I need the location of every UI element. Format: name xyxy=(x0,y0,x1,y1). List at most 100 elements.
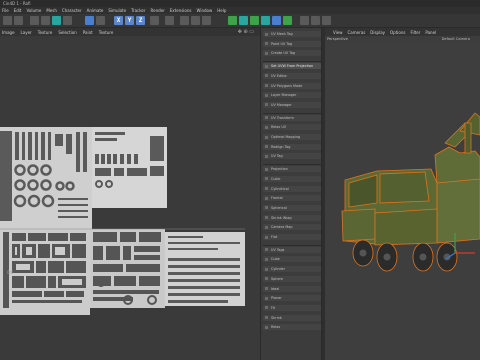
cube-icon[interactable] xyxy=(228,16,237,25)
attribute-row[interactable]: UV Mesh Tag xyxy=(263,31,321,37)
menu-mesh[interactable]: Mesh xyxy=(46,7,57,14)
attribute-row[interactable]: Planar xyxy=(263,295,321,302)
render-region-icon[interactable] xyxy=(180,16,189,25)
uv-menu-texture-2[interactable]: Texture xyxy=(99,30,114,35)
menu-animate[interactable]: Animate xyxy=(87,7,104,14)
menu-tracker[interactable]: Tracker xyxy=(131,7,145,14)
light-icon[interactable] xyxy=(322,16,331,25)
menu-volume[interactable]: Volume xyxy=(26,7,41,14)
deformer-icon[interactable] xyxy=(272,16,281,25)
attribute-row-icon xyxy=(265,287,268,290)
attribute-row-icon xyxy=(265,235,268,239)
viewport-name: Perspective xyxy=(327,37,348,41)
model-mode-icon[interactable] xyxy=(30,16,39,25)
rotate-icon[interactable] xyxy=(150,16,159,25)
attribute-row[interactable]: UV Tag xyxy=(263,153,321,160)
attribute-row-label: Create UV Tag xyxy=(271,51,295,56)
attribute-row[interactable]: Cylinder xyxy=(263,266,321,273)
attribute-row[interactable]: Ideal xyxy=(263,285,321,292)
viewport-menu-display[interactable]: Display xyxy=(370,30,385,35)
uv-menu-selection[interactable]: Selection xyxy=(58,30,76,35)
viewport-menu-cameras[interactable]: Cameras xyxy=(348,30,366,35)
menu-edit[interactable]: Edit xyxy=(14,7,22,14)
attribute-row[interactable]: UV Transform xyxy=(263,114,321,121)
uv-canvas[interactable] xyxy=(0,36,260,360)
attribute-row[interactable]: Realign Tag xyxy=(263,143,321,150)
camera-icon[interactable] xyxy=(311,16,320,25)
attribute-row-label: Ideal xyxy=(271,286,280,291)
nurbs-icon[interactable] xyxy=(250,16,259,25)
attribute-row-label: Set UVW From Projection xyxy=(271,64,314,69)
menu-extensions[interactable]: Extensions xyxy=(170,7,192,14)
attribute-row[interactable]: Cubic xyxy=(263,175,321,182)
scale-icon[interactable] xyxy=(96,16,105,25)
menu-window[interactable]: Window xyxy=(197,7,213,14)
menu-help[interactable]: Help xyxy=(217,7,226,14)
attribute-row[interactable]: Projection xyxy=(263,166,321,173)
attribute-row[interactable]: UV Tags xyxy=(263,246,321,253)
scene-icon[interactable] xyxy=(283,16,292,25)
uv-menu-image[interactable]: Image xyxy=(2,30,15,35)
axis-x-icon[interactable]: X xyxy=(114,16,123,25)
attribute-row[interactable]: Fit xyxy=(263,304,321,311)
3d-viewport[interactable]: View Cameras Display Options Filter Pane… xyxy=(325,28,480,360)
attribute-row[interactable]: Shrink Wrap xyxy=(263,214,321,221)
attribute-row-icon xyxy=(265,145,268,149)
attribute-row[interactable]: Cylindrical xyxy=(263,185,321,192)
array-icon[interactable] xyxy=(261,16,270,25)
attribute-row-label: Cubic xyxy=(271,176,281,181)
points-mode-icon[interactable] xyxy=(41,16,50,25)
floor-icon[interactable] xyxy=(300,16,309,25)
viewport-menu-view[interactable]: View xyxy=(333,30,343,35)
attribute-group-divider xyxy=(263,244,321,246)
move-icon[interactable] xyxy=(85,16,94,25)
render-icon[interactable] xyxy=(191,16,200,25)
attribute-row[interactable]: Create UV Tag xyxy=(263,50,321,57)
attribute-row[interactable]: Spherical xyxy=(263,204,321,211)
viewport-menu-options[interactable]: Options xyxy=(390,30,405,35)
attribute-row[interactable]: UV Manager xyxy=(263,101,321,108)
attribute-row[interactable]: Relax UV xyxy=(263,124,321,131)
axis-z-icon[interactable]: Z xyxy=(136,16,145,25)
viewport-menu-filter[interactable]: Filter xyxy=(410,30,420,35)
edges-mode-icon[interactable] xyxy=(52,16,61,25)
attribute-row[interactable]: Paint UV Tag xyxy=(263,40,321,47)
attribute-row-icon xyxy=(265,267,268,271)
redo-icon[interactable] xyxy=(14,16,23,25)
panel-nav-icons[interactable]: ✥ ⊕ ▭ xyxy=(238,29,254,35)
attribute-row[interactable]: UV Polygons Mode xyxy=(263,82,321,89)
uv-menu-texture[interactable]: Texture xyxy=(38,30,53,35)
attribute-row[interactable]: Flat xyxy=(263,234,321,240)
attribute-row-label: Camera Map xyxy=(271,225,293,230)
attribute-row[interactable]: Shrink xyxy=(263,314,321,321)
attribute-row[interactable]: Set UVW From Projection xyxy=(263,63,321,70)
menu-render[interactable]: Render xyxy=(151,7,165,14)
uv-menu-layer[interactable]: Layer xyxy=(21,30,32,35)
axis-y-icon[interactable]: Y xyxy=(125,16,134,25)
uv-menu-paint[interactable]: Paint xyxy=(83,30,93,35)
viewport-scene[interactable] xyxy=(325,43,480,360)
attribute-group-divider xyxy=(263,61,321,63)
menu-character[interactable]: Character xyxy=(62,7,82,14)
attribute-row-label: UV Mesh Tag xyxy=(271,32,293,36)
attribute-row[interactable]: Optimal Mapping xyxy=(263,134,321,140)
coordinate-icon[interactable] xyxy=(165,16,174,25)
attribute-row[interactable]: Camera Map xyxy=(263,224,321,231)
attribute-list-panel: UV Mesh Tag Paint UV Tag Create UV Tag Set … xyxy=(260,28,322,360)
spline-icon[interactable] xyxy=(239,16,248,25)
attribute-row[interactable]: Frontal xyxy=(263,195,321,202)
attribute-row[interactable]: Relax xyxy=(263,324,321,331)
attribute-row-icon xyxy=(265,167,268,171)
menu-simulate[interactable]: Simulate xyxy=(108,7,126,14)
attribute-row[interactable]: Sphere xyxy=(263,275,321,282)
attribute-row-label: Relax UV xyxy=(271,125,287,130)
menu-file[interactable]: File xyxy=(2,7,9,14)
attribute-row[interactable]: Layer Manager xyxy=(263,92,321,99)
attribute-row[interactable]: Cube xyxy=(263,256,321,263)
polygons-mode-icon[interactable] xyxy=(63,16,72,25)
undo-icon[interactable] xyxy=(3,16,12,25)
viewport-menu-panel[interactable]: Panel xyxy=(425,30,436,35)
uv-island-bottom-right xyxy=(165,232,245,306)
attribute-row[interactable]: UV Editor xyxy=(263,72,321,79)
render-settings-icon[interactable] xyxy=(202,16,211,25)
